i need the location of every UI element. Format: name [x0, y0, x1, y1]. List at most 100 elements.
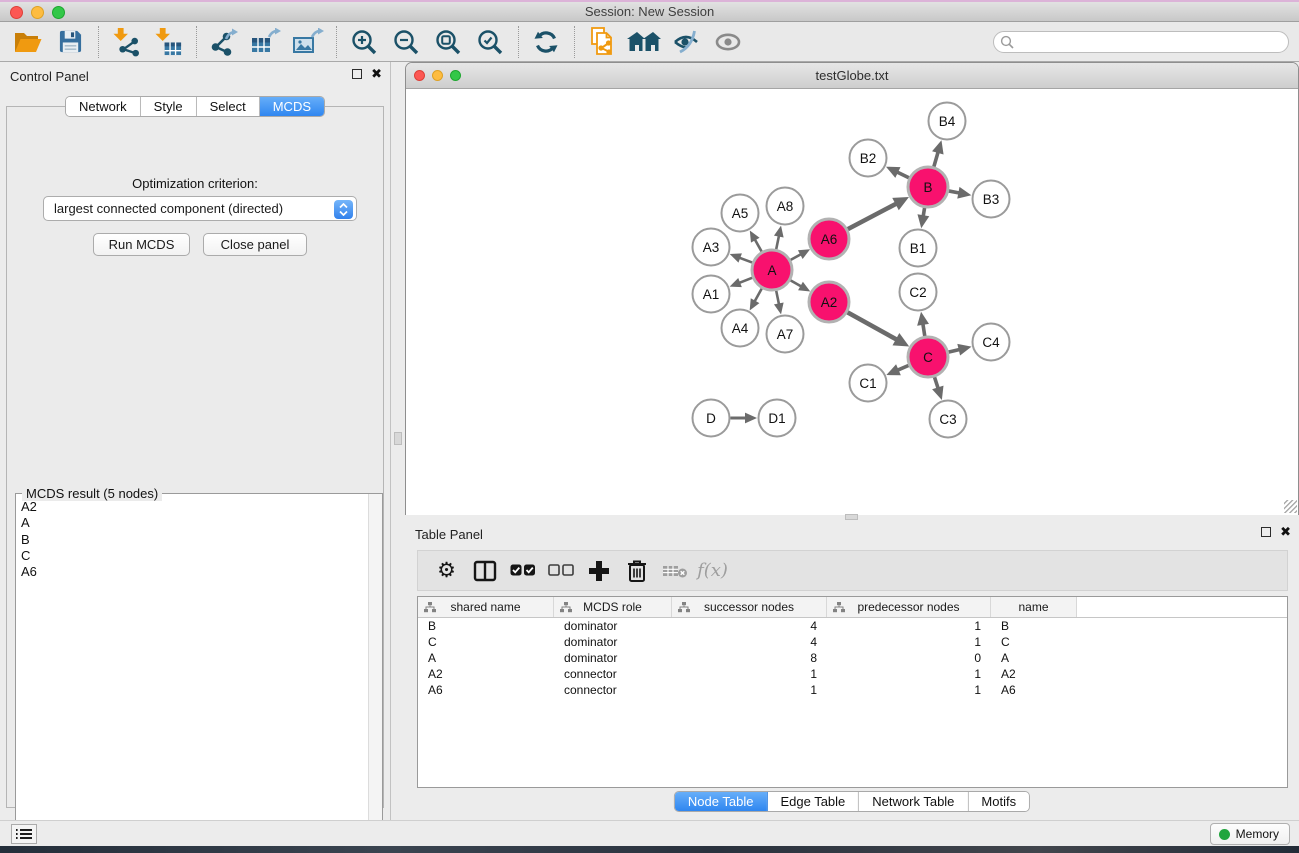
export-image-button[interactable]: [290, 25, 326, 59]
graph-edge-B-B4[interactable]: [934, 152, 938, 167]
table-cell[interactable]: A: [991, 651, 1077, 665]
table-cell[interactable]: 4: [672, 619, 827, 633]
delete-column-button[interactable]: [620, 555, 653, 587]
table-cell[interactable]: 0: [827, 651, 991, 665]
table-cell[interactable]: A6: [418, 683, 554, 697]
search-input[interactable]: [993, 31, 1289, 53]
result-list-item[interactable]: A6: [17, 564, 367, 580]
zoom-fit-button[interactable]: [430, 25, 466, 59]
table-cell[interactable]: dominator: [554, 635, 672, 649]
tab-network-table[interactable]: Network Table: [859, 792, 968, 811]
column-header-successor-nodes[interactable]: successor nodes: [672, 597, 827, 617]
tab-motifs[interactable]: Motifs: [968, 792, 1029, 811]
resize-grip-icon[interactable]: [1284, 500, 1297, 513]
zoom-in-button[interactable]: [346, 25, 382, 59]
graph-edge-A-A8[interactable]: [776, 236, 779, 250]
close-panel-icon[interactable]: ✖: [1280, 527, 1291, 537]
table-row[interactable]: Adominator80A: [418, 650, 1287, 666]
graph-edge-C-C1[interactable]: [898, 365, 909, 370]
graph-edge-B-B2[interactable]: [897, 172, 909, 178]
graph-edge-A6-B[interactable]: [848, 204, 897, 230]
table-cell[interactable]: 8: [672, 651, 827, 665]
hide-selected-button[interactable]: [668, 25, 704, 59]
export-network-button[interactable]: [206, 25, 242, 59]
gear-button[interactable]: ⚙: [430, 555, 463, 587]
network-minimize-button[interactable]: [432, 70, 443, 81]
result-scrollbar[interactable]: [368, 494, 382, 841]
first-neighbors-button[interactable]: [626, 25, 662, 59]
minimize-window-button[interactable]: [31, 6, 44, 19]
open-file-button[interactable]: [10, 25, 46, 59]
graph-edge-A-A6[interactable]: [790, 254, 801, 260]
result-list-item[interactable]: A2: [17, 499, 367, 515]
table-row[interactable]: Bdominator41B: [418, 618, 1287, 634]
import-table-button[interactable]: [150, 25, 186, 59]
float-panel-icon[interactable]: [1261, 527, 1271, 537]
zoom-window-button[interactable]: [52, 6, 65, 19]
tab-mcds[interactable]: MCDS: [260, 97, 324, 116]
zoom-out-button[interactable]: [388, 25, 424, 59]
graph-edge-A-A5[interactable]: [755, 239, 762, 251]
memory-button[interactable]: Memory: [1210, 823, 1290, 845]
graph-edge-B-B1[interactable]: [923, 208, 924, 217]
close-panel-icon[interactable]: ✖: [371, 69, 382, 79]
graph-edge-A-A2[interactable]: [790, 280, 801, 286]
graph-edge-A-A7[interactable]: [776, 291, 779, 305]
table-cell[interactable]: dominator: [554, 619, 672, 633]
result-list-item[interactable]: A: [17, 515, 367, 531]
apply-layout-button[interactable]: [528, 25, 564, 59]
vertical-splitter[interactable]: [391, 62, 405, 820]
result-list-item[interactable]: C: [17, 548, 367, 564]
columns-button[interactable]: [468, 555, 501, 587]
table-cell[interactable]: B: [991, 619, 1077, 633]
table-cell[interactable]: 1: [672, 667, 827, 681]
table-row[interactable]: Cdominator41C: [418, 634, 1287, 650]
tab-style[interactable]: Style: [141, 97, 197, 116]
table-cell[interactable]: 1: [827, 635, 991, 649]
deselect-all-button[interactable]: [544, 555, 577, 587]
table-cell[interactable]: A6: [991, 683, 1077, 697]
zoom-selected-button[interactable]: [472, 25, 508, 59]
graph-edge-B-B3[interactable]: [949, 191, 960, 193]
tab-edge-table[interactable]: Edge Table: [767, 792, 859, 811]
tab-select[interactable]: Select: [197, 97, 260, 116]
network-canvas[interactable]: B4B2BB3A8A5A6A3B1AA1C2A2A4A7C4CC1C3DD1: [406, 89, 1298, 515]
select-all-button[interactable]: [506, 555, 539, 587]
graph-edge-A-A4[interactable]: [755, 288, 762, 301]
column-header-name[interactable]: name: [991, 597, 1077, 617]
table-cell[interactable]: C: [418, 635, 554, 649]
table-cell[interactable]: 1: [827, 667, 991, 681]
close-window-button[interactable]: [10, 6, 23, 19]
network-from-selection-button[interactable]: [584, 25, 620, 59]
table-cell[interactable]: A2: [418, 667, 554, 681]
graph-edge-A-A3[interactable]: [739, 258, 752, 263]
graph-edge-A2-C[interactable]: [847, 312, 896, 339]
column-header-shared-name[interactable]: shared name: [418, 597, 554, 617]
table-cell[interactable]: B: [418, 619, 554, 633]
float-panel-icon[interactable]: [352, 69, 362, 79]
table-cell[interactable]: 1: [827, 619, 991, 633]
export-table-button[interactable]: [248, 25, 284, 59]
table-cell[interactable]: A2: [991, 667, 1077, 681]
function-builder-button[interactable]: f(x): [696, 555, 729, 587]
network-close-button[interactable]: [414, 70, 425, 81]
table-cell[interactable]: dominator: [554, 651, 672, 665]
table-cell[interactable]: A: [418, 651, 554, 665]
graph-edge-A-A1[interactable]: [739, 278, 752, 283]
column-header-predecessor-nodes[interactable]: predecessor nodes: [827, 597, 991, 617]
add-column-button[interactable]: [582, 555, 615, 587]
graph-edge-C-C4[interactable]: [948, 349, 959, 352]
close-panel-button[interactable]: Close panel: [203, 233, 307, 256]
splitter-handle[interactable]: [394, 432, 402, 445]
result-list-item[interactable]: B: [17, 532, 367, 548]
run-mcds-button[interactable]: Run MCDS: [93, 233, 190, 256]
table-row[interactable]: A2connector11A2: [418, 666, 1287, 682]
import-network-button[interactable]: [108, 25, 144, 59]
table-cell[interactable]: connector: [554, 683, 672, 697]
table-cell[interactable]: 1: [827, 683, 991, 697]
show-all-button[interactable]: [710, 25, 746, 59]
save-session-button[interactable]: [52, 25, 88, 59]
tab-network[interactable]: Network: [66, 97, 141, 116]
table-cell[interactable]: connector: [554, 667, 672, 681]
delete-table-button[interactable]: [658, 555, 691, 587]
